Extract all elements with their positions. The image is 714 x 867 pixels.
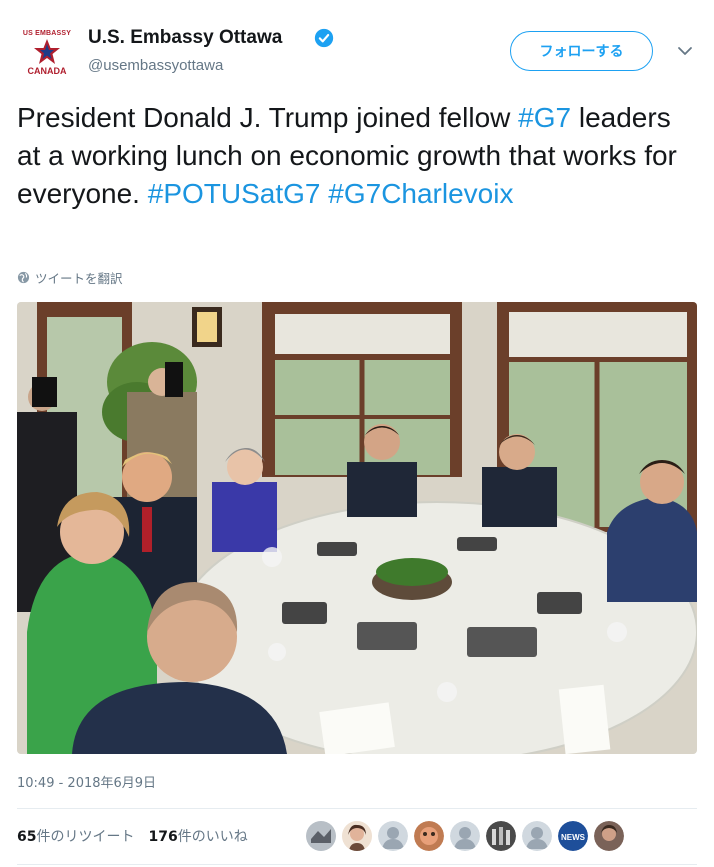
retweet-label: 件のリツイート (36, 829, 135, 845)
divider-top (17, 808, 697, 809)
logo-bottom-text: CANADA (27, 66, 67, 76)
avatar-8[interactable]: NEWS (558, 821, 588, 851)
liker-avatars: NEWS (306, 821, 630, 851)
tweet-text-part1: President Donald J. Trump joined fellow (17, 102, 519, 133)
engagement-stats: 65件のリツイート 176件のいいね (17, 826, 262, 846)
globe-icon (17, 271, 30, 284)
divider-bottom (17, 864, 697, 865)
hashtag-link-g7charlevoix[interactable]: #G7Charlevoix (328, 178, 513, 209)
hashtag-link-g7[interactable]: #G7 (518, 102, 571, 133)
avatar-8-text: NEWS (561, 833, 586, 842)
avatar-2[interactable] (342, 821, 372, 851)
display-name[interactable]: U.S. Embassy Ottawa (88, 27, 282, 49)
embassy-logo[interactable]: US EMBASSY CANADA (18, 26, 76, 82)
avatar-5[interactable] (450, 821, 480, 851)
user-handle[interactable]: @usembassyottawa (88, 57, 223, 74)
like-stat[interactable]: 176件のいいね (148, 826, 247, 846)
hashtag-link-potusatg7[interactable]: #POTUSatG7 (148, 178, 321, 209)
chevron-down-icon[interactable] (676, 44, 694, 58)
avatar-3[interactable] (378, 821, 408, 851)
retweet-stat[interactable]: 65件のリツイート (17, 826, 134, 846)
follow-button[interactable]: フォローする (510, 31, 653, 71)
avatar-9[interactable] (594, 821, 624, 851)
avatar-7[interactable] (522, 821, 552, 851)
avatar-4[interactable] (414, 821, 444, 851)
avatar-1[interactable] (306, 821, 336, 851)
logo-top-text: US EMBASSY (22, 30, 72, 37)
tweet-text: President Donald J. Trump joined fellow … (17, 99, 697, 213)
translate-label: ツイートを翻訳 (35, 271, 123, 286)
tweet-photo[interactable] (17, 302, 697, 754)
like-label: 件のいいね (177, 829, 248, 845)
maple-star-icon (34, 39, 60, 64)
translate-tweet-link[interactable]: ツイートを翻訳 (17, 268, 123, 287)
g7-lunch-photo (17, 302, 697, 754)
like-count: 176 (148, 829, 178, 845)
avatar-6[interactable] (486, 821, 516, 851)
retweet-count: 65 (17, 829, 37, 845)
verified-badge-icon (314, 28, 334, 48)
tweet-timestamp[interactable]: 10:49 - 2018年6月9日 (17, 772, 156, 791)
